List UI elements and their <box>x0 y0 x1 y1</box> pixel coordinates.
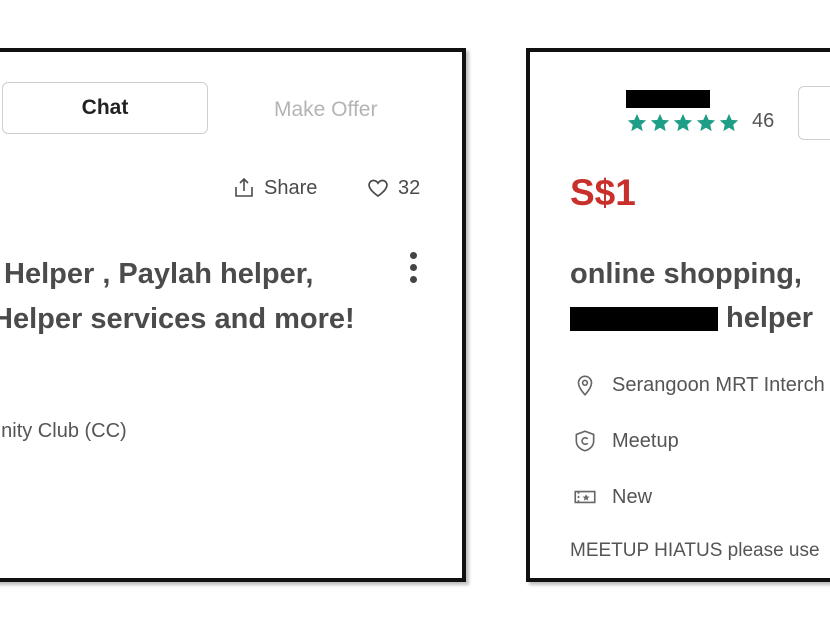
listing-panel-left: Chat Make Offer Share 32 Helper , Paylah… <box>0 48 466 582</box>
star-icon <box>627 113 647 132</box>
redacted-username <box>626 90 710 108</box>
action-button-partial[interactable] <box>798 86 830 140</box>
listing-title-line-1: Helper , Paylah helper, <box>4 258 314 290</box>
location-text: unity Club (CC) <box>0 420 127 442</box>
share-button[interactable]: Share <box>232 176 317 200</box>
location-text: Serangoon MRT Interch <box>612 373 825 396</box>
star-icon <box>673 113 693 132</box>
meetup-row: Meetup <box>572 428 679 454</box>
condition-row: New <box>572 484 652 510</box>
title-suffix: helper <box>726 302 814 334</box>
listing-title-line-2: Helper services and more! <box>0 303 355 335</box>
share-label: Share <box>264 176 318 199</box>
make-offer-button[interactable]: Make Offer <box>274 98 377 122</box>
meetup-label: Meetup <box>612 429 679 452</box>
star-icon <box>696 113 716 132</box>
listing-title-line-2: helper <box>570 302 813 335</box>
rating-stars <box>626 112 740 134</box>
listing-title-line-1: online shopping, <box>570 258 802 290</box>
chat-button[interactable]: Chat <box>2 82 208 134</box>
star-icon <box>719 113 739 132</box>
listing-panel-right: 46 S$1 online shopping, helper Serangoon… <box>526 48 830 582</box>
redacted-title-text <box>570 306 718 331</box>
condition-tag-icon <box>574 490 596 504</box>
heart-icon <box>368 179 388 198</box>
location-row: Serangoon MRT Interch <box>572 372 825 398</box>
like-button[interactable]: 32 <box>366 176 420 200</box>
more-vertical-icon[interactable] <box>410 252 418 283</box>
price: S$1 <box>570 172 636 213</box>
location-pin-icon <box>577 375 593 396</box>
rating-count: 46 <box>752 110 775 132</box>
description-text: MEETUP HIATUS please use <box>570 540 820 561</box>
condition-label: New <box>612 485 653 508</box>
star-icon <box>650 113 670 132</box>
like-count: 32 <box>398 176 421 199</box>
share-icon <box>235 177 253 197</box>
meetup-shield-icon <box>575 430 595 452</box>
